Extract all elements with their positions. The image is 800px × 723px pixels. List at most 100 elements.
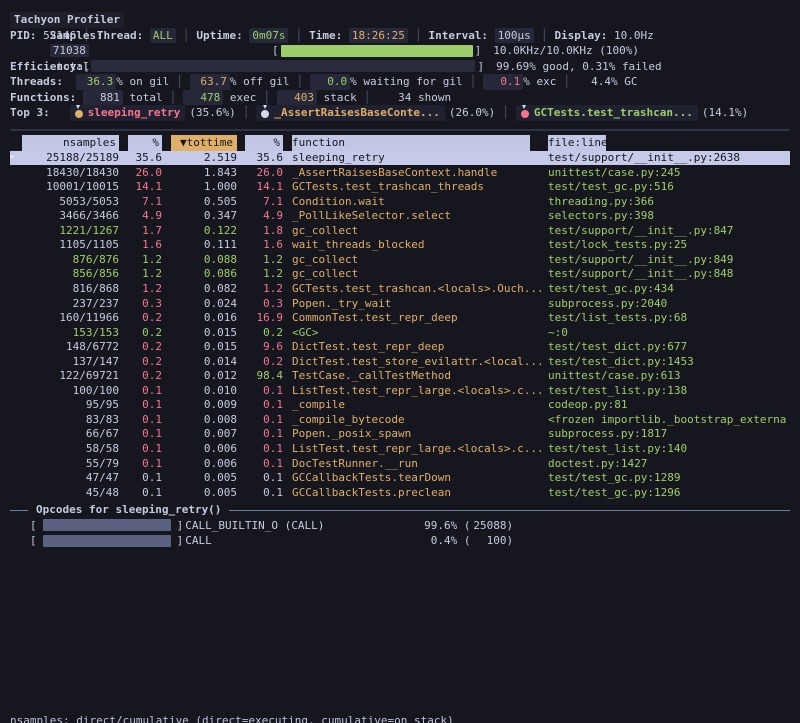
column-header-nsamples[interactable]: nsamples xyxy=(22,135,119,151)
top3-item-1[interactable]: sleeping_retry xyxy=(70,105,186,121)
table-row[interactable]: 5053/50537.10.5057.1Condition.waitthread… xyxy=(10,194,790,209)
table-row[interactable]: 66/670.10.0070.1Popen._posix_spawnsubpro… xyxy=(10,427,790,442)
cell-tottime: 0.016 xyxy=(162,310,237,326)
divider: │ xyxy=(236,105,257,121)
table-row[interactable]: 3466/34664.90.3474.9_PollLikeSelector.se… xyxy=(10,209,790,224)
cell-pct: 0.1 xyxy=(119,456,162,472)
table-row[interactable]: 47/470.10.0050.1GCCallbackTests.tearDown… xyxy=(10,471,790,486)
cell-cumpct: 1.2 xyxy=(237,266,283,282)
table-row[interactable]: 55/790.10.0060.1DocTestRunner.__rundocte… xyxy=(10,456,790,471)
bar-open-bracket: [ xyxy=(272,43,279,59)
table-row[interactable]: 1221/12671.70.1221.8gc_collecttest/suppo… xyxy=(10,223,790,238)
table-header: nsamples % ▼tottime % function file:line xyxy=(10,136,790,151)
samples-total: 71038 xyxy=(50,44,89,57)
cell-fileline: test/test_gc.py:516 xyxy=(548,179,790,195)
cell-pct: 0.1 xyxy=(119,383,162,399)
table-row[interactable]: 237/2370.30.0240.3Popen._try_waitsubproc… xyxy=(10,296,790,311)
efficiency-text: 99.69% good, 0.31% failed xyxy=(496,59,662,75)
table-row[interactable]: 876/8761.20.0881.2gc_collecttest/support… xyxy=(10,252,790,267)
cell-tottime: 0.347 xyxy=(162,208,237,224)
table-row[interactable]: 122/697210.20.01298.4TestCase._callTestM… xyxy=(10,369,790,384)
cell-fileline: test/test_dict.py:677 xyxy=(548,339,790,355)
cell-nsamples: 95/95 xyxy=(22,397,119,413)
cell-fileline: test/test_list.py:140 xyxy=(548,441,790,457)
threads-waiting-value: 0.0 xyxy=(310,74,350,90)
table-row[interactable]: ►25188/2518935.62.51935.6sleeping_retryt… xyxy=(10,151,790,166)
divider: │ xyxy=(256,90,277,106)
table-row[interactable]: 10001/1001514.11.00014.1GCTests.test_tra… xyxy=(10,180,790,195)
cell-tottime: 0.014 xyxy=(162,354,237,370)
divider: │ xyxy=(495,105,516,121)
cell-pct: 1.2 xyxy=(119,252,162,268)
section-divider xyxy=(10,129,790,131)
table-row[interactable]: 83/830.10.0080.1_compile_bytecode<frozen… xyxy=(10,412,790,427)
table-row[interactable]: 816/8681.20.0821.2GCTests.test_trashcan.… xyxy=(10,281,790,296)
column-header-cumpct[interactable]: % xyxy=(237,135,283,151)
opcodes-title: Opcodes for sleeping_retry() xyxy=(28,502,229,518)
divider: │ xyxy=(556,74,577,90)
column-header-tottime[interactable]: ▼tottime xyxy=(162,135,237,151)
cell-fileline: subprocess.py:1817 xyxy=(548,426,790,442)
table-row[interactable]: 100/1000.10.0100.1ListTest.test_repr_lar… xyxy=(10,383,790,398)
threads-exc-suffix: % exc xyxy=(523,74,556,90)
cell-tottime: 0.024 xyxy=(162,296,237,312)
cell-nsamples: 148/6772 xyxy=(22,339,119,355)
cell-nsamples: 1221/1267 xyxy=(22,223,119,239)
cell-function: ListTest.test_repr_large.<locals>.c... xyxy=(283,383,548,399)
opcodes-section-header: Opcodes for sleeping_retry() xyxy=(10,503,790,518)
table-row[interactable]: 95/950.10.0090.1_compilecodeop.py:81 xyxy=(10,398,790,413)
cell-cumpct: 0.1 xyxy=(237,456,283,472)
table-row[interactable]: 153/1530.20.0150.2<GC>~:0 xyxy=(10,325,790,340)
table-row[interactable]: 148/67720.20.0159.6DictTest.test_repr_de… xyxy=(10,340,790,355)
cell-pct: 0.1 xyxy=(119,485,162,501)
cell-pct: 1.6 xyxy=(119,237,162,253)
cell-nsamples: 47/47 xyxy=(22,470,119,486)
cell-cumpct: 14.1 xyxy=(237,179,283,195)
cell-cumpct: 16.9 xyxy=(237,310,283,326)
table-row[interactable]: 45/480.10.0050.1GCCallbackTests.preclean… xyxy=(10,485,790,500)
cell-pct: 4.9 xyxy=(119,208,162,224)
cell-nsamples: 856/856 xyxy=(22,266,119,282)
cell-function: gc_collect xyxy=(283,266,548,282)
interval-label: Interval: xyxy=(428,28,488,44)
divider: │ xyxy=(534,28,555,44)
cell-function: gc_collect xyxy=(283,223,548,239)
top3-item-3[interactable]: GCTests.test_trashcan... xyxy=(516,105,698,121)
table-row[interactable]: 58/580.10.0060.1ListTest.test_repr_large… xyxy=(10,441,790,456)
cell-cumpct: 0.1 xyxy=(237,397,283,413)
cell-nsamples: 18430/18430 xyxy=(22,165,119,181)
top3-line: Top 3: sleeping_retry (35.6%) │ _AssertR… xyxy=(10,105,790,121)
cell-nsamples: 1105/1105 xyxy=(22,237,119,253)
functions-exec-suffix: exec xyxy=(223,90,256,106)
cell-function: DocTestRunner.__run xyxy=(283,456,548,472)
cell-fileline: test/list_tests.py:68 xyxy=(548,310,790,326)
table-row[interactable]: 137/1470.20.0140.2DictTest.test_store_ev… xyxy=(10,354,790,369)
cell-tottime: 0.505 xyxy=(162,194,237,210)
table-row[interactable]: 856/8561.20.0861.2gc_collecttest/support… xyxy=(10,267,790,282)
column-header-fileline[interactable]: file:line xyxy=(548,135,790,151)
top3-item-2[interactable]: _AssertRaisesBaseConte... xyxy=(256,105,445,121)
column-header-pct[interactable]: % xyxy=(119,135,162,151)
column-header-function[interactable]: function xyxy=(283,135,548,151)
cell-tottime: 0.122 xyxy=(162,223,237,239)
cell-pct: 0.1 xyxy=(119,412,162,428)
cell-pct: 0.1 xyxy=(119,397,162,413)
cell-function: CommonTest.test_repr_deep xyxy=(283,310,548,326)
table-row[interactable]: 1105/11051.60.1111.6wait_threads_blocked… xyxy=(10,238,790,253)
bar-close-bracket: ] xyxy=(477,59,484,75)
cell-function: DictTest.test_store_evilattr.<local... xyxy=(283,354,548,370)
efficiency-line: Efficiency: [ ] 99.69% good, 0.31% faile… xyxy=(10,59,790,75)
divider: │ xyxy=(357,90,378,106)
top3-name-1: sleeping_retry xyxy=(88,105,181,121)
threads-gc-value: 4.4 xyxy=(577,74,611,90)
cell-cumpct: 35.6 xyxy=(237,150,283,166)
cell-tottime: 0.007 xyxy=(162,426,237,442)
cell-pct: 0.2 xyxy=(119,368,162,384)
cell-tottime: 0.012 xyxy=(162,368,237,384)
cell-function: GCTests.test_trashcan_threads xyxy=(283,179,548,195)
cell-pct: 0.1 xyxy=(119,426,162,442)
table-row[interactable]: 18430/1843026.01.84326.0_AssertRaisesBas… xyxy=(10,165,790,180)
table-row[interactable]: 160/119660.20.01616.9CommonTest.test_rep… xyxy=(10,311,790,326)
cell-function: Popen._try_wait xyxy=(283,296,548,312)
cell-fileline: test/support/__init__.py:848 xyxy=(548,266,790,282)
